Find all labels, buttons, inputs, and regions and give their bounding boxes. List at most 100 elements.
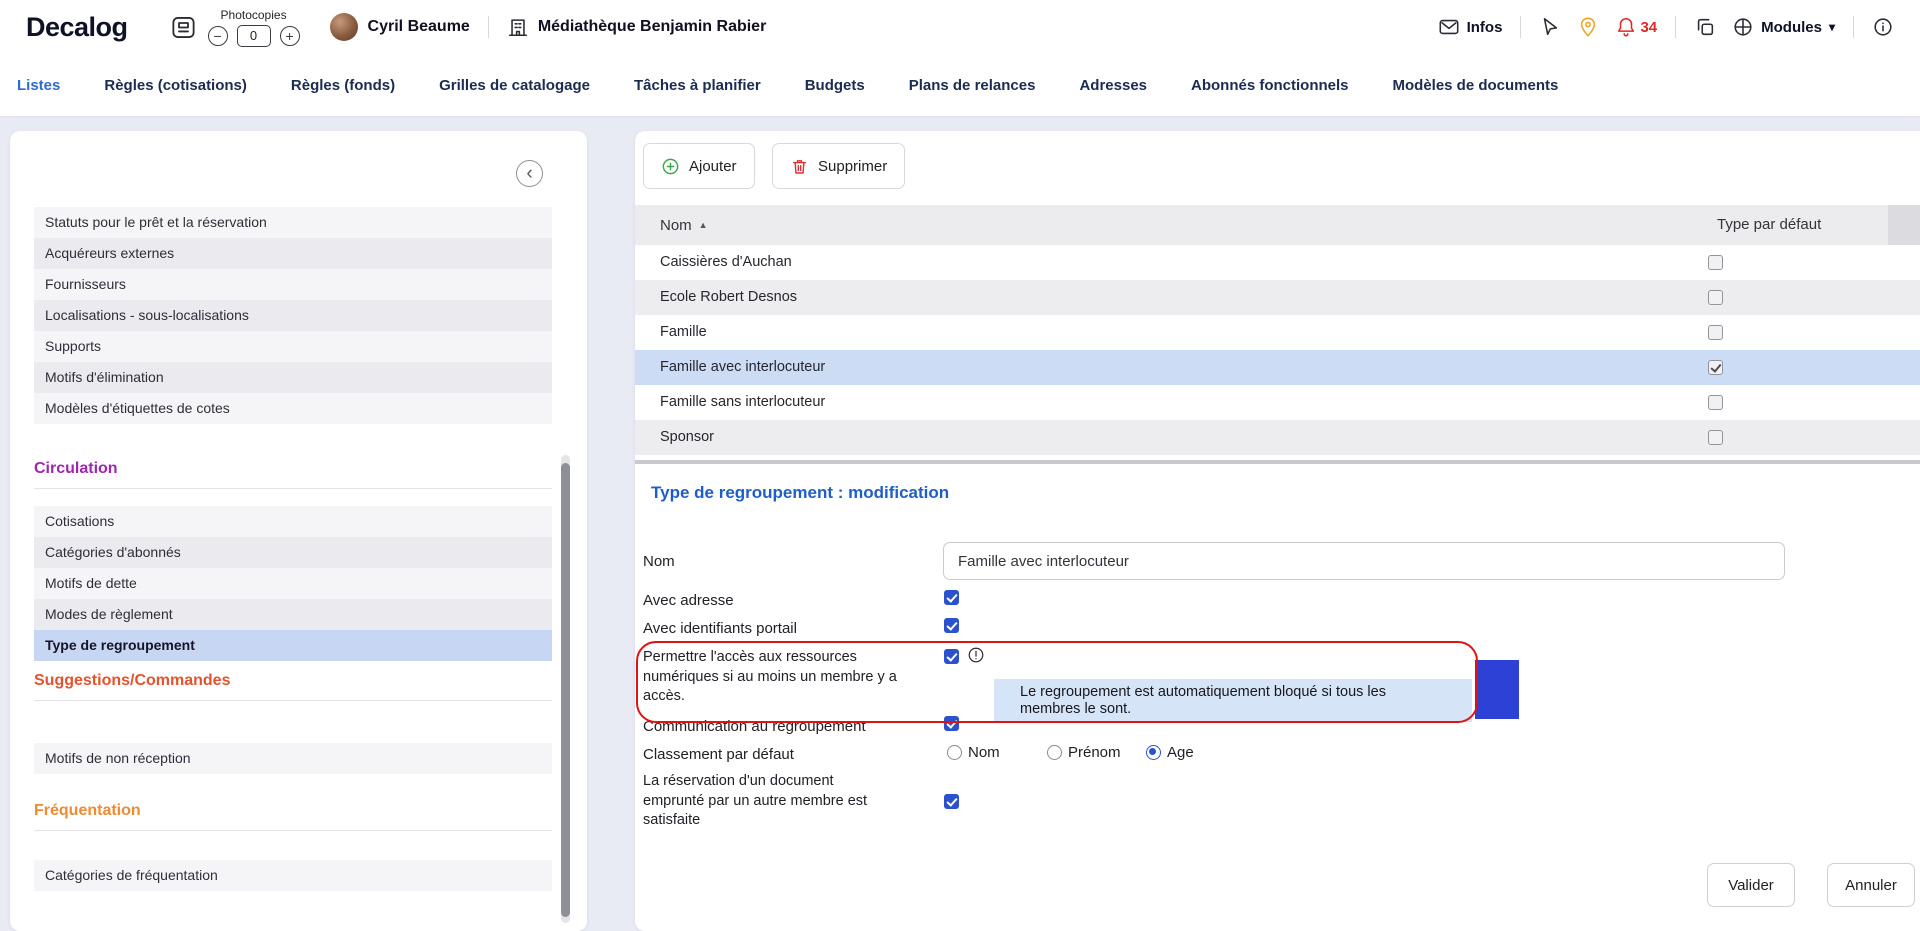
sidebar-item-modes-de-reglement[interactable]: Modes de règlement [34,599,552,630]
topbar-actions: Infos 34 Modules ▾ [1438,16,1894,38]
tab-abonnes-fonctionnels[interactable]: Abonnés fonctionnels [1191,77,1349,94]
avec-identifiants-portail-label: Avec identifiants portail [643,619,797,639]
avec-identifiants-portail-checkbox[interactable] [944,618,959,633]
type-par-defaut-checkbox[interactable] [1708,255,1723,270]
sort-asc-icon: ▲ [699,220,708,230]
info-circle-icon[interactable] [1872,16,1894,38]
tab-listes[interactable]: Listes [17,77,60,94]
exclamation-circle-icon[interactable] [967,646,985,664]
sidebar-scrollbar-thumb[interactable] [561,463,570,917]
classement-radio-nom-label[interactable]: Nom [968,745,1000,761]
classement-radio-nom[interactable] [947,745,962,760]
collapse-sidebar-button[interactable]: ‹ [516,160,543,187]
row-nom: Sponsor [635,429,714,445]
photocopies-minus-button[interactable]: − [208,26,228,46]
table-row[interactable]: Sponsor [635,420,1920,455]
cursor-icon[interactable] [1539,16,1561,38]
sidebar-item-motifs-de-dette[interactable]: Motifs de dette [34,568,552,599]
classement-radio-age-label[interactable]: Age [1167,745,1194,761]
avec-adresse-checkbox[interactable] [944,590,959,605]
photocopies-stepper: Photocopies − 0 + [208,8,300,47]
avatar[interactable] [330,13,358,41]
tab-modeles-de-documents[interactable]: Modèles de documents [1393,77,1559,94]
tab-regles-cotisations[interactable]: Règles (cotisations) [104,77,247,94]
row-nom: Ecole Robert Desnos [635,289,797,305]
duplicate-icon[interactable] [1694,16,1716,38]
tab-taches-a-planifier[interactable]: Tâches à planifier [634,77,761,94]
classement-label: Classement par défaut [643,745,794,765]
classement-radio-prenom[interactable] [1047,745,1062,760]
envelope-icon [1438,16,1460,38]
nom-label: Nom [643,552,675,572]
acces-ressources-tooltip: Le regroupement est automatiquement bloq… [994,679,1472,722]
sidebar-section-frequentation: Fréquentation [34,802,552,820]
table-row[interactable]: Ecole Robert Desnos [635,280,1920,315]
valider-button[interactable]: Valider [1707,863,1795,907]
add-button[interactable]: Ajouter [643,143,755,189]
divider [1520,16,1521,38]
row-nom: Caissières d'Auchan [635,254,792,270]
tab-budgets[interactable]: Budgets [805,77,865,94]
building-icon [507,16,529,38]
type-par-defaut-checkbox[interactable] [1708,395,1723,410]
type-par-defaut-checkbox[interactable] [1708,290,1723,305]
user-menu[interactable]: Cyril Beaume [330,13,470,41]
table-row[interactable]: Famille sans interlocuteur [635,385,1920,420]
avec-adresse-label: Avec adresse [643,591,734,611]
notifications-button[interactable]: 34 [1615,16,1657,38]
sidebar-item-categories-de-frequentation[interactable]: Catégories de fréquentation [34,860,552,891]
table-row[interactable]: Caissières d'Auchan [635,245,1920,280]
user-name: Cyril Beaume [368,18,470,36]
delete-button[interactable]: Supprimer [772,143,905,189]
column-header-nom[interactable]: Nom▲ [660,205,708,246]
tab-grilles-de-catalogage[interactable]: Grilles de catalogage [439,77,590,94]
photocopier-icon [170,14,197,41]
photocopies-plus-button[interactable]: + [280,26,300,46]
type-par-defaut-checkbox[interactable] [1708,430,1723,445]
sidebar-item-motifs-de-non-reception[interactable]: Motifs de non réception [34,743,552,774]
type-par-defaut-checkbox[interactable] [1708,360,1723,375]
photocopies-label: Photocopies [221,8,287,22]
sidebar-item-cotisations[interactable]: Cotisations [34,506,552,537]
reservation-checkbox[interactable] [944,794,959,809]
sidebar-item-motifs-elimination[interactable]: Motifs d'élimination [34,362,552,393]
add-button-label: Ajouter [689,158,737,175]
sidebar-item-statuts-pret-reservation[interactable]: Statuts pour le prêt et la réservation [34,207,552,238]
sidebar-item-supports[interactable]: Supports [34,331,552,362]
communication-label: Communication au regroupement [643,717,866,737]
modules-menu[interactable]: Modules ▾ [1732,16,1835,38]
infos-button[interactable]: Infos [1438,16,1503,38]
sidebar-item-acquereurs-externes[interactable]: Acquéreurs externes [34,238,552,269]
divider [488,16,489,38]
divider [34,700,552,701]
table-body: Caissières d'Auchan Ecole Robert Desnos … [635,245,1920,455]
annuler-button[interactable]: Annuler [1827,863,1915,907]
library-selector[interactable]: Médiathèque Benjamin Rabier [507,16,767,38]
communication-checkbox[interactable] [944,716,959,731]
sidebar-item-fournisseurs[interactable]: Fournisseurs [34,269,552,300]
tab-plans-de-relances[interactable]: Plans de relances [909,77,1036,94]
table-row[interactable]: Famille [635,315,1920,350]
sidebar-item-type-de-regroupement[interactable]: Type de regroupement [34,630,552,661]
tab-adresses[interactable]: Adresses [1079,77,1147,94]
horizontal-scrollbar[interactable] [635,460,1920,464]
modules-icon [1732,16,1754,38]
sidebar-item-localisations[interactable]: Localisations - sous-localisations [34,300,552,331]
form-title: Type de regroupement : modification [651,483,949,503]
classement-radio-age[interactable] [1146,745,1161,760]
plus-circle-icon [661,157,680,176]
tab-regles-fonds[interactable]: Règles (fonds) [291,77,395,94]
sidebar-item-modeles-etiquettes[interactable]: Modèles d'étiquettes de cotes [34,393,552,424]
sidebar-item-categories-abonnes[interactable]: Catégories d'abonnés [34,537,552,568]
nav-tabs: Listes Règles (cotisations) Règles (fond… [0,54,1920,116]
topbar: Decalog Photocopies − 0 + Cyril Beaume M… [0,0,1920,54]
table-header: Nom▲ Type par défaut [635,205,1920,245]
classement-radio-prenom-label[interactable]: Prénom [1068,745,1121,761]
acces-ressources-checkbox[interactable] [944,649,959,664]
divider [1853,16,1854,38]
location-pin-icon[interactable] [1577,16,1599,38]
photocopies-widget: Photocopies − 0 + [170,8,300,47]
nom-input[interactable] [943,542,1785,580]
type-par-defaut-checkbox[interactable] [1708,325,1723,340]
table-row-selected[interactable]: Famille avec interlocuteur [635,350,1920,385]
